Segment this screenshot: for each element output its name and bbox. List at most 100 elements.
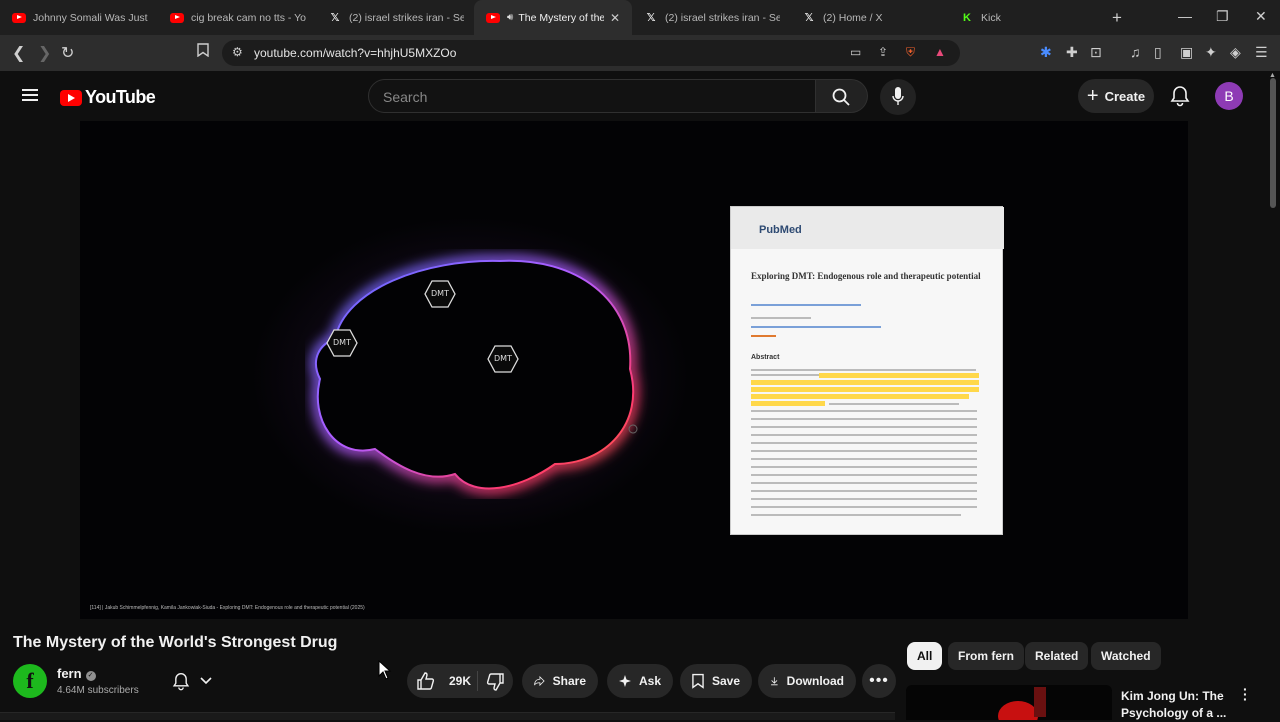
- like-divider: [477, 671, 478, 691]
- browser-tab[interactable]: K Kick: [948, 0, 1106, 35]
- paper-highlight: [751, 387, 979, 392]
- new-tab-button[interactable]: +: [1112, 8, 1122, 28]
- search-icon: [832, 88, 850, 106]
- paper-text-line: [751, 442, 977, 444]
- youtube-logo-text: YouTube: [85, 87, 156, 107]
- speaker-icon[interactable]: 🔊︎: [507, 12, 513, 23]
- save-button[interactable]: Save: [680, 664, 752, 698]
- paper-text-line: [829, 403, 959, 405]
- browser-tab[interactable]: Johnny Somali Was Just De: [0, 0, 158, 35]
- vpn-icon[interactable]: ✱: [1040, 44, 1052, 61]
- close-tab-icon[interactable]: ✕: [610, 11, 622, 25]
- paper-text-line: [751, 498, 977, 500]
- x-icon: 𝕏: [330, 11, 340, 24]
- paper-highlight: [751, 401, 825, 406]
- rewards-icon[interactable]: ▲: [934, 45, 946, 59]
- browser-tab[interactable]: 𝕏 (2) israel strikes iran - Sear: [632, 0, 790, 35]
- account-avatar[interactable]: B: [1215, 82, 1243, 110]
- paper-text-line: [751, 369, 976, 371]
- guide-menu-icon[interactable]: [22, 89, 38, 101]
- subscription-bell-button[interactable]: [168, 664, 224, 698]
- video-citation-caption: [114] | Jakub Schimmelpfennig, Kamila Ja…: [90, 605, 365, 611]
- channel-name[interactable]: fern ✓: [57, 666, 96, 681]
- dmt-hexagon: DMT: [326, 329, 358, 357]
- tab-title: cig break cam no tts - You: [191, 11, 306, 24]
- pubmed-logo: PubMed: [759, 224, 802, 236]
- extensions-icon[interactable]: ✚: [1066, 44, 1078, 61]
- more-actions-button[interactable]: •••: [862, 664, 896, 698]
- sidebar-icon[interactable]: ▯: [1154, 44, 1162, 61]
- minimize-icon[interactable]: —: [1178, 8, 1192, 24]
- dislike-button[interactable]: [486, 673, 504, 691]
- paper-highlight: [751, 394, 969, 399]
- dmt-label: DMT: [494, 354, 512, 363]
- url-text: youtube.com/watch?v=hhjhU5MXZOo: [254, 46, 457, 60]
- video-title: The Mystery of the World's Strongest Dru…: [13, 634, 338, 651]
- youtube-logo[interactable]: YouTube: [60, 87, 156, 108]
- paper-highlight: [819, 373, 979, 378]
- youtube-icon: [486, 11, 500, 25]
- chip-watched[interactable]: Watched: [1091, 642, 1161, 670]
- chip-from-channel[interactable]: From fern: [948, 642, 1025, 670]
- leo-icon[interactable]: ✦: [1205, 44, 1217, 61]
- paper-title: Exploring DMT: Endogenous role and thera…: [751, 271, 981, 281]
- recommendation-thumbnail[interactable]: [906, 685, 1112, 720]
- browser-tab[interactable]: 𝕏 (2) israel strikes iran - Sear: [316, 0, 474, 35]
- notifications-bell-icon[interactable]: [1170, 85, 1190, 107]
- like-button[interactable]: [417, 672, 435, 690]
- plus-icon: +: [1086, 84, 1099, 107]
- thumbnail-art: [998, 701, 1038, 720]
- bookmark-icon[interactable]: [197, 43, 209, 62]
- restore-icon[interactable]: ❐: [1216, 8, 1229, 25]
- channel-avatar[interactable]: f: [13, 664, 47, 698]
- share-page-icon[interactable]: ⇪: [878, 45, 888, 59]
- brave-shield-icon[interactable]: ⛨: [906, 45, 915, 60]
- cast-icon[interactable]: ▭: [850, 45, 861, 59]
- back-icon[interactable]: ❮: [12, 43, 25, 63]
- search-button[interactable]: [816, 79, 868, 113]
- tab-title: (2) israel strikes iran - Sear: [349, 11, 464, 24]
- kick-icon: K: [963, 11, 971, 24]
- address-bar[interactable]: ⚙ youtube.com/watch?v=hhjhU5MXZOo ▭ ⇪ ⛨ …: [222, 40, 960, 66]
- create-label: Create: [1104, 88, 1146, 104]
- youtube-header: YouTube Search + Create B: [0, 71, 1280, 121]
- share-icon: [534, 675, 545, 687]
- vpn-shield-icon[interactable]: ◈: [1230, 44, 1241, 61]
- recommendation-title[interactable]: Kim Jong Un: The Psychology of a ...: [1121, 688, 1236, 722]
- browser-tab[interactable]: 𝕏 (2) Home / X: [790, 0, 948, 35]
- paper-text-line: [751, 426, 977, 428]
- wallet-icon[interactable]: ▣: [1180, 44, 1193, 61]
- menu-icon[interactable]: ☰: [1255, 44, 1268, 61]
- paper-text-line: [751, 418, 977, 420]
- subscriber-count: 4.64M subscribers: [57, 685, 139, 696]
- media-icon[interactable]: ♫: [1130, 44, 1141, 60]
- reload-icon[interactable]: ↻: [61, 43, 74, 63]
- page-scrollbar[interactable]: [1270, 78, 1276, 208]
- sparkle-icon: [619, 675, 631, 687]
- search-input[interactable]: Search: [368, 79, 816, 113]
- dmt-label: DMT: [431, 289, 449, 298]
- paper-text-line: [751, 374, 821, 376]
- ask-button[interactable]: Ask: [607, 664, 673, 698]
- chevron-down-icon: [200, 677, 212, 685]
- video-player[interactable]: DMT DMT DMT PubMed Exploring DMT: Endoge…: [80, 121, 1188, 619]
- browser-tab[interactable]: cig break cam no tts - You: [158, 0, 316, 35]
- download-button[interactable]: Download: [758, 664, 856, 698]
- chip-all[interactable]: All: [907, 642, 943, 670]
- share-button[interactable]: Share: [522, 664, 598, 698]
- voice-search-button[interactable]: [880, 79, 916, 115]
- chip-related[interactable]: Related: [1025, 642, 1089, 670]
- screenshot-icon[interactable]: ⊡: [1090, 44, 1102, 61]
- browser-toolbar: ❮ ❯ ↻ ⚙ youtube.com/watch?v=hhjhU5MXZOo …: [0, 35, 1280, 71]
- browser-tab-active[interactable]: 🔊︎ The Mystery of the ✕: [474, 0, 632, 35]
- paper-abstract-heading: Abstract: [751, 354, 780, 361]
- create-button[interactable]: + Create: [1078, 79, 1154, 113]
- window-close-icon[interactable]: ✕: [1255, 8, 1267, 25]
- forward-icon[interactable]: ❯: [38, 43, 51, 63]
- paper-text-line: [751, 514, 961, 516]
- recommendation-menu-icon[interactable]: · · ·: [1243, 682, 1248, 706]
- paper-text-line: [751, 506, 977, 508]
- more-horizontal-icon: •••: [869, 672, 889, 689]
- site-settings-icon[interactable]: ⚙: [232, 45, 243, 59]
- paper-text-line: [751, 434, 977, 436]
